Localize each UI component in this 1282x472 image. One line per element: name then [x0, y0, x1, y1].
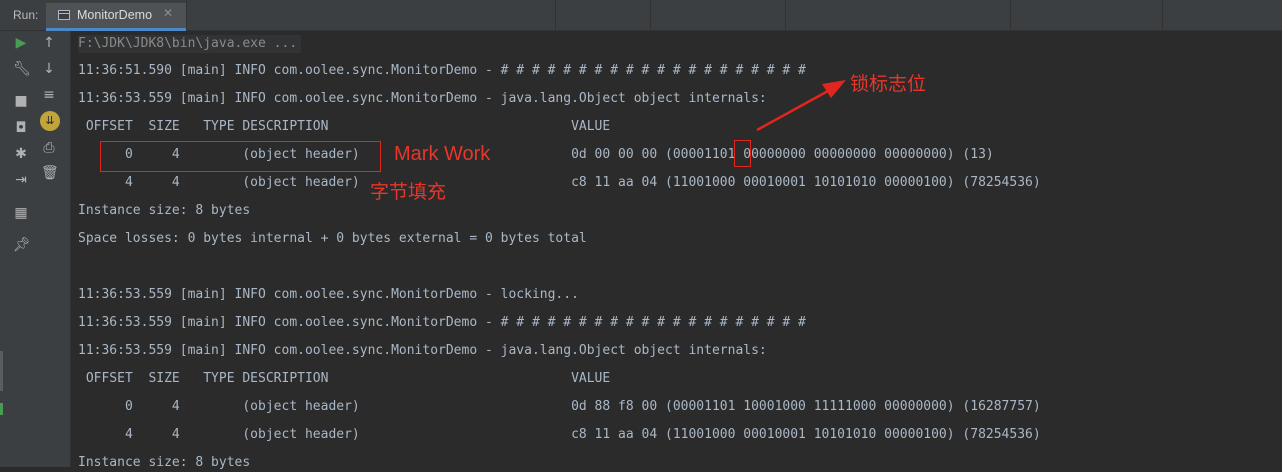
- arrow-shaft: [756, 89, 829, 132]
- annotation-arrow: [756, 80, 846, 132]
- arrow-head: [822, 80, 846, 98]
